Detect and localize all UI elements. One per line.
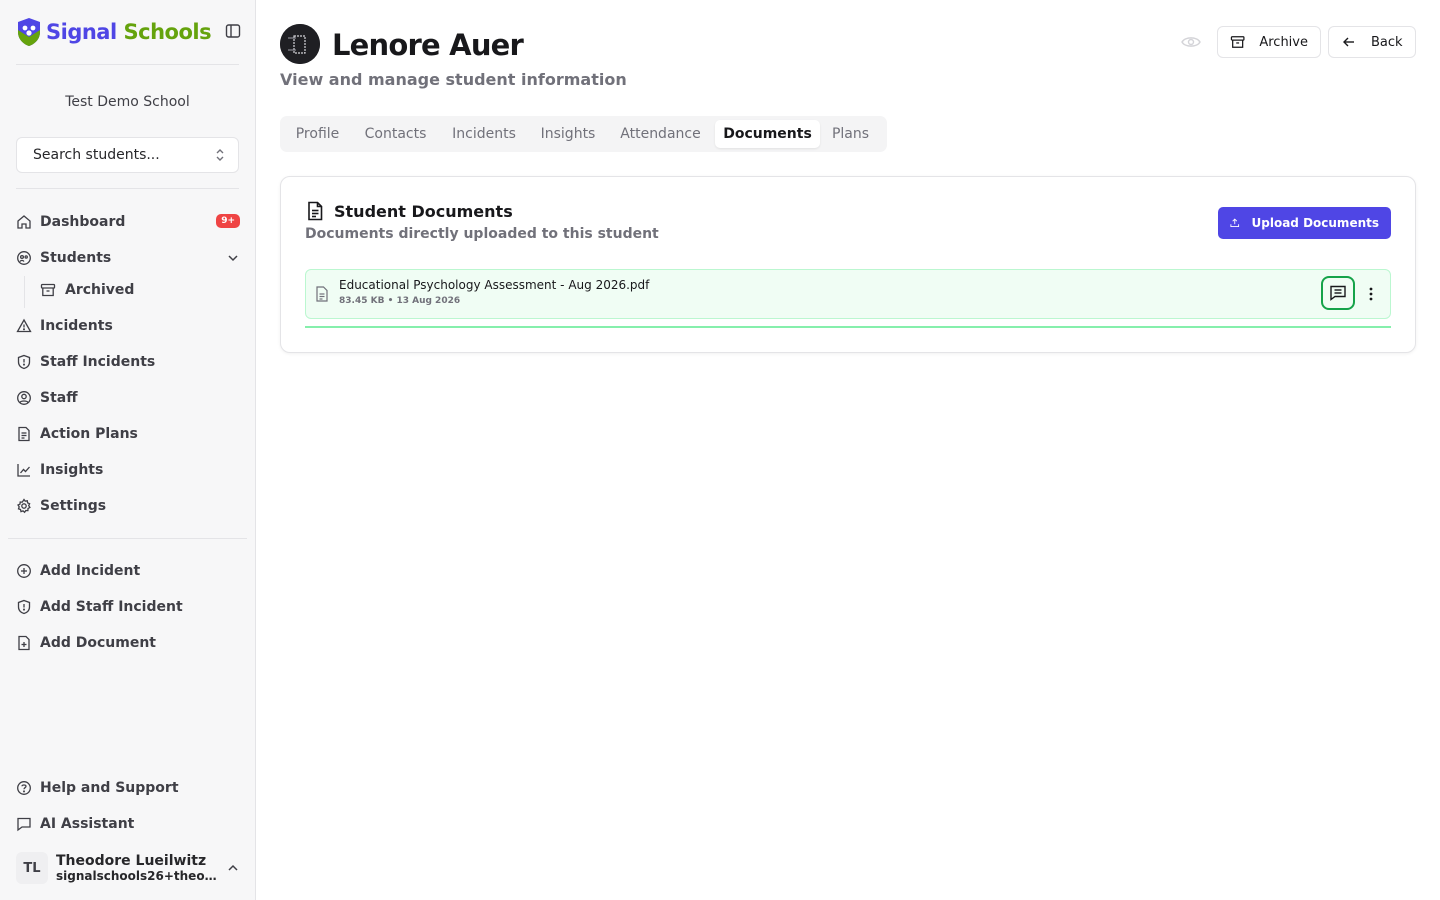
sidebar-item-students[interactable]: Students (16, 244, 240, 272)
file-plus-icon (16, 635, 32, 651)
tab-contacts[interactable]: Contacts (353, 120, 438, 148)
student-avatar (280, 24, 320, 64)
page-subtitle: View and manage student information (280, 70, 627, 89)
upload-documents-button[interactable]: Upload Documents (1218, 207, 1391, 239)
sidebar-item-archived[interactable]: Archived (40, 276, 240, 304)
tab-documents[interactable]: Documents (715, 120, 820, 148)
gear-icon (16, 498, 32, 514)
sidebar-toggle-icon[interactable] (222, 20, 244, 42)
user-name: Theodore Lueilwitz (56, 853, 207, 869)
sidebar-item-insights[interactable]: Insights (16, 456, 240, 484)
page-title: Lenore Auer (332, 28, 524, 62)
user-menu[interactable]: TL Theodore Lueilwitz signalschools26+th… (16, 850, 240, 886)
chat-icon (16, 816, 32, 832)
shield-alert-icon (16, 599, 32, 615)
tab-plans[interactable]: Plans (822, 120, 879, 148)
upload-progress-line (305, 326, 1391, 328)
more-options-icon[interactable] (1361, 282, 1381, 306)
comment-button[interactable] (1321, 276, 1355, 310)
sidebar-item-settings[interactable]: Settings (16, 492, 240, 520)
shield-logo-icon (18, 18, 40, 46)
file-icon (316, 286, 328, 302)
document-name: Educational Psychology Assessment - Aug … (339, 278, 650, 292)
sidebar-item-add-document[interactable]: Add Document (16, 629, 240, 657)
documents-subtitle: Documents directly uploaded to this stud… (305, 226, 659, 242)
message-square-icon (1330, 285, 1346, 301)
student-tabs: Profile Contacts Incidents Insights Atte… (280, 116, 887, 152)
arrow-left-icon (1343, 37, 1354, 47)
sidebar-item-dashboard[interactable]: Dashboard 9+ (16, 208, 240, 236)
notification-badge: 9+ (216, 214, 240, 228)
student-search-combobox[interactable]: Search students... (16, 137, 239, 173)
file-text-icon (308, 201, 323, 221)
sidebar-item-staff-incidents[interactable]: Staff Incidents (16, 348, 240, 376)
sidebar-item-add-staff-incident[interactable]: Add Staff Incident (16, 593, 240, 621)
tab-attendance[interactable]: Attendance (608, 120, 713, 148)
sidebar-divider (16, 64, 239, 65)
plus-circle-icon (16, 563, 32, 579)
chevrons-up-down-icon (216, 149, 224, 161)
user-circle-icon (16, 390, 32, 406)
sidebar-divider (8, 538, 247, 539)
brand-logo[interactable]: Signal Schools (16, 16, 240, 48)
sidebar-item-ai-assistant[interactable]: AI Assistant (16, 810, 240, 838)
upload-icon (1230, 218, 1240, 228)
sidebar-item-staff[interactable]: Staff (16, 384, 240, 412)
warning-triangle-icon (16, 318, 32, 334)
user-email: signalschools26+theodo... (56, 869, 220, 883)
tab-incidents[interactable]: Incidents (440, 120, 528, 148)
sidebar-item-incidents[interactable]: Incidents (16, 312, 240, 340)
help-circle-icon (16, 780, 32, 796)
chevron-down-icon[interactable] (226, 251, 240, 265)
tab-insights[interactable]: Insights (530, 120, 606, 148)
home-icon (16, 214, 32, 230)
submenu-line (24, 276, 25, 308)
eye-icon[interactable] (1180, 32, 1202, 52)
archive-button[interactable]: Archive (1217, 26, 1321, 58)
document-meta: 83.45 KB • 13 Aug 2026 (339, 296, 461, 306)
archive-icon (40, 282, 56, 298)
line-chart-icon (16, 462, 32, 478)
search-label: Search students... (33, 147, 160, 163)
chevron-up-icon (228, 864, 238, 871)
shield-alert-icon (16, 354, 32, 370)
sidebar-item-help[interactable]: Help and Support (16, 774, 240, 802)
archive-icon (1230, 36, 1245, 48)
sidebar-divider (16, 188, 239, 189)
document-icon (16, 426, 32, 442)
sidebar-item-action-plans[interactable]: Action Plans (16, 420, 240, 448)
documents-card: Student Documents Documents directly upl… (280, 176, 1416, 353)
brand-name: Signal Schools (46, 20, 212, 44)
sidebar-item-add-incident[interactable]: Add Incident (16, 557, 240, 585)
document-row[interactable]: Educational Psychology Assessment - Aug … (305, 269, 1391, 319)
students-icon (16, 250, 32, 266)
back-button[interactable]: Back (1328, 26, 1416, 58)
sidebar: Signal Schools Test Demo School Search s… (0, 0, 256, 900)
documents-title: Student Documents (334, 201, 513, 221)
user-avatar: TL (16, 852, 48, 884)
tab-profile[interactable]: Profile (284, 120, 351, 148)
school-name: Test Demo School (65, 94, 190, 110)
